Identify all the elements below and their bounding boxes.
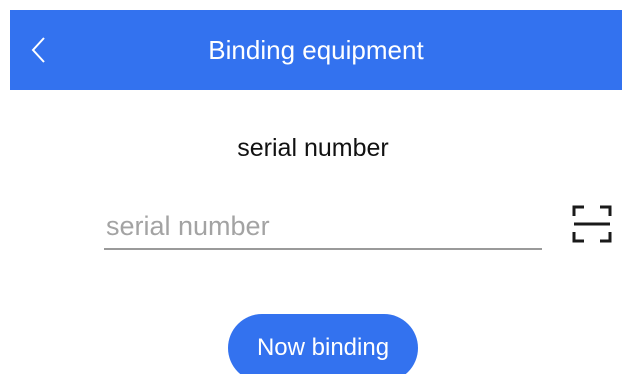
page-title: Binding equipment bbox=[208, 35, 424, 65]
header-bar: Binding equipment bbox=[10, 10, 622, 90]
serial-number-input[interactable] bbox=[104, 208, 542, 250]
serial-number-label: serial number bbox=[237, 134, 389, 162]
chevron-left-icon bbox=[31, 37, 45, 63]
scan-button[interactable] bbox=[572, 204, 612, 244]
scan-frame-icon bbox=[572, 205, 612, 243]
back-button[interactable] bbox=[26, 32, 54, 68]
binding-equipment-screen: Binding equipment serial number Now bind… bbox=[0, 0, 626, 374]
now-binding-button[interactable]: Now binding bbox=[228, 314, 418, 374]
